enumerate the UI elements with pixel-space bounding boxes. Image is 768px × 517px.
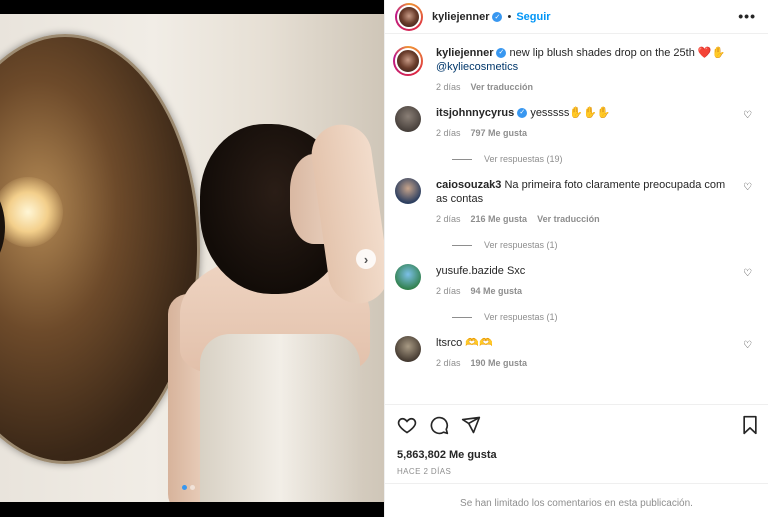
comment-item: yusufe.bazide Sxc 2 días 94 Me gusta ♡ (395, 264, 758, 296)
comment-time[interactable]: 2 días (436, 128, 461, 138)
carousel-next-button[interactable]: › (356, 249, 376, 269)
caption-translate-button[interactable]: Ver traducción (471, 82, 534, 92)
bookmark-icon[interactable] (740, 415, 760, 435)
comment-item: ltsrco 🫶🫶 2 días 190 Me gusta ♡ (395, 336, 758, 368)
comment-likes[interactable]: 797 Me gusta (471, 128, 528, 138)
caption: kyliejenner ✓ new lip blush shades drop o… (393, 46, 758, 92)
comment-username[interactable]: ltsrco (436, 337, 462, 349)
comment-body: yesssss✋✋✋ (530, 107, 611, 119)
replies-label: Ver respuestas (19) (484, 154, 563, 164)
comment-text: caiosouzak3 Na primeira foto claramente … (436, 178, 732, 206)
post-actions: 5,863,802 Me gusta HACE 2 DÍAS Se han li… (385, 404, 768, 516)
comment-text: ltsrco 🫶🫶 (436, 336, 732, 350)
caption-username[interactable]: kyliejenner (436, 47, 493, 59)
comment-like-heart-icon[interactable]: ♡ (743, 182, 752, 193)
replies-line (452, 316, 472, 318)
share-icon[interactable] (461, 415, 481, 435)
comment-username[interactable]: caiosouzak3 (436, 179, 501, 191)
replies-label: Ver respuestas (1) (484, 240, 558, 250)
chevron-right-icon: › (363, 251, 369, 267)
caption-text: kyliejenner ✓ new lip blush shades drop o… (436, 46, 732, 74)
comment-time[interactable]: 2 días (436, 358, 461, 368)
comment-body: 🫶🫶 (465, 337, 493, 349)
comment-time[interactable]: 2 días (436, 214, 461, 224)
comment-item: caiosouzak3 Na primeira foto claramente … (395, 178, 758, 224)
comment-meta: 2 días 797 Me gusta (436, 128, 732, 138)
view-replies-button[interactable]: Ver respuestas (1) (452, 240, 758, 250)
replies-line (452, 158, 472, 160)
verified-icon: ✓ (496, 48, 507, 59)
comment-meta: 2 días 190 Me gusta (436, 358, 732, 368)
post-timestamp[interactable]: HACE 2 DÍAS (397, 467, 756, 476)
photo-dress (200, 334, 360, 502)
caption-body: new lip blush shades drop on the 25th ❤️… (509, 47, 726, 59)
view-replies-button[interactable]: Ver respuestas (1) (452, 312, 758, 322)
comments-list[interactable]: kyliejenner ✓ new lip blush shades drop o… (385, 34, 768, 404)
more-options-icon[interactable]: ••• (738, 8, 756, 24)
post-photo[interactable] (0, 14, 384, 502)
view-replies-button[interactable]: Ver respuestas (19) (452, 154, 758, 164)
comment-text: itsjohnnycyrus ✓ yesssss✋✋✋ (436, 106, 732, 120)
carousel-dots (182, 485, 195, 490)
comment-likes[interactable]: 190 Me gusta (471, 358, 528, 368)
comment-icon[interactable] (429, 415, 449, 435)
comment-like-heart-icon[interactable]: ♡ (743, 340, 752, 351)
heart-icon[interactable] (397, 415, 417, 435)
post-header: kyliejenner ✓ • Seguir ••• (385, 0, 768, 34)
header-separator: • (507, 10, 512, 23)
comment-username[interactable]: yusufe.bazide (436, 265, 504, 277)
comment-avatar[interactable] (395, 264, 421, 290)
comment-meta: 2 días 94 Me gusta (436, 286, 732, 296)
comment-text: yusufe.bazide Sxc (436, 264, 732, 278)
caption-meta: 2 días Ver traducción (436, 82, 732, 92)
author-avatar[interactable] (395, 2, 423, 31)
replies-label: Ver respuestas (1) (484, 312, 558, 322)
post-sidebar: kyliejenner ✓ • Seguir ••• kyliejenner ✓ … (384, 0, 768, 517)
action-icons (397, 415, 756, 435)
replies-line (452, 244, 472, 246)
lamp-glow (0, 177, 63, 247)
verified-icon: ✓ (517, 108, 528, 119)
verified-icon: ✓ (492, 11, 503, 22)
caption-mention[interactable]: @kyliecosmetics (436, 61, 518, 73)
comment-avatar[interactable] (395, 106, 421, 132)
comment-translate-button[interactable]: Ver traducción (537, 214, 600, 224)
carousel-dot-1 (182, 485, 187, 490)
comment-like-heart-icon[interactable]: ♡ (743, 268, 752, 279)
post-media: › (0, 0, 384, 517)
caption-time[interactable]: 2 días (436, 82, 461, 92)
comment-avatar[interactable] (395, 336, 421, 362)
comment-item: itsjohnnycyrus ✓ yesssss✋✋✋ 2 días 797 Me… (395, 106, 758, 138)
author-username[interactable]: kyliejenner (432, 11, 489, 23)
comment-like-heart-icon[interactable]: ♡ (743, 110, 752, 121)
comment-avatar[interactable] (395, 178, 421, 204)
carousel-dot-2 (190, 485, 195, 490)
caption-avatar[interactable] (393, 46, 423, 76)
comment-body: Sxc (506, 265, 526, 277)
comment-username[interactable]: itsjohnnycyrus (436, 107, 514, 119)
comment-likes[interactable]: 94 Me gusta (471, 286, 523, 296)
comment-likes[interactable]: 216 Me gusta (471, 214, 528, 224)
comments-limited-notice: Se han limitado los comentarios en esta … (385, 483, 768, 509)
comment-meta: 2 días 216 Me gusta Ver traducción (436, 214, 732, 224)
likes-count[interactable]: 5,863,802 Me gusta (397, 449, 756, 461)
comment-time[interactable]: 2 días (436, 286, 461, 296)
follow-button[interactable]: Seguir (516, 11, 550, 23)
